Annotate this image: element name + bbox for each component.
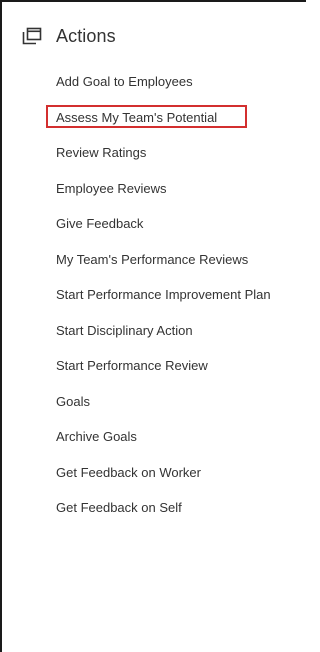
action-label: Get Feedback on Self bbox=[56, 500, 182, 516]
action-label: Start Performance Review bbox=[56, 358, 208, 374]
actions-icon bbox=[22, 27, 42, 45]
actions-header: Actions bbox=[22, 24, 116, 48]
action-label: My Team's Performance Reviews bbox=[56, 251, 249, 267]
action-label: Assess My Team's Potential bbox=[56, 109, 218, 125]
action-label: Start Disciplinary Action bbox=[56, 322, 193, 338]
action-label: Review Ratings bbox=[56, 145, 147, 161]
action-label: Employee Reviews bbox=[56, 180, 167, 196]
action-item-my-teams-performance-reviews[interactable]: My Team's Performance Reviews bbox=[2, 242, 308, 278]
action-item-employee-reviews[interactable]: Employee Reviews bbox=[2, 171, 308, 207]
action-label: Get Feedback on Worker bbox=[56, 464, 201, 480]
action-label: Start Performance Improvement Plan bbox=[56, 287, 271, 303]
action-item-start-performance-improvement-plan[interactable]: Start Performance Improvement Plan bbox=[2, 277, 308, 313]
action-item-review-ratings[interactable]: Review Ratings bbox=[2, 135, 308, 171]
action-item-start-disciplinary-action[interactable]: Start Disciplinary Action bbox=[2, 313, 308, 349]
action-item-add-goal-to-employees[interactable]: Add Goal to Employees bbox=[2, 64, 308, 100]
action-label: Give Feedback bbox=[56, 216, 144, 232]
actions-panel: Actions Add Goal to Employees Assess My … bbox=[0, 0, 306, 652]
action-item-archive-goals[interactable]: Archive Goals bbox=[2, 419, 308, 455]
action-item-assess-my-teams-potential[interactable]: Assess My Team's Potential bbox=[2, 100, 308, 136]
action-label: Add Goal to Employees bbox=[56, 74, 193, 90]
action-item-start-performance-review[interactable]: Start Performance Review bbox=[2, 348, 308, 384]
action-item-get-feedback-on-worker[interactable]: Get Feedback on Worker bbox=[2, 455, 308, 491]
actions-title: Actions bbox=[56, 25, 116, 46]
actions-list: Add Goal to Employees Assess My Team's P… bbox=[2, 64, 308, 526]
action-item-goals[interactable]: Goals bbox=[2, 384, 308, 420]
action-item-get-feedback-on-self[interactable]: Get Feedback on Self bbox=[2, 490, 308, 526]
action-item-give-feedback[interactable]: Give Feedback bbox=[2, 206, 308, 242]
action-label: Goals bbox=[56, 393, 90, 409]
action-label: Archive Goals bbox=[56, 429, 137, 445]
